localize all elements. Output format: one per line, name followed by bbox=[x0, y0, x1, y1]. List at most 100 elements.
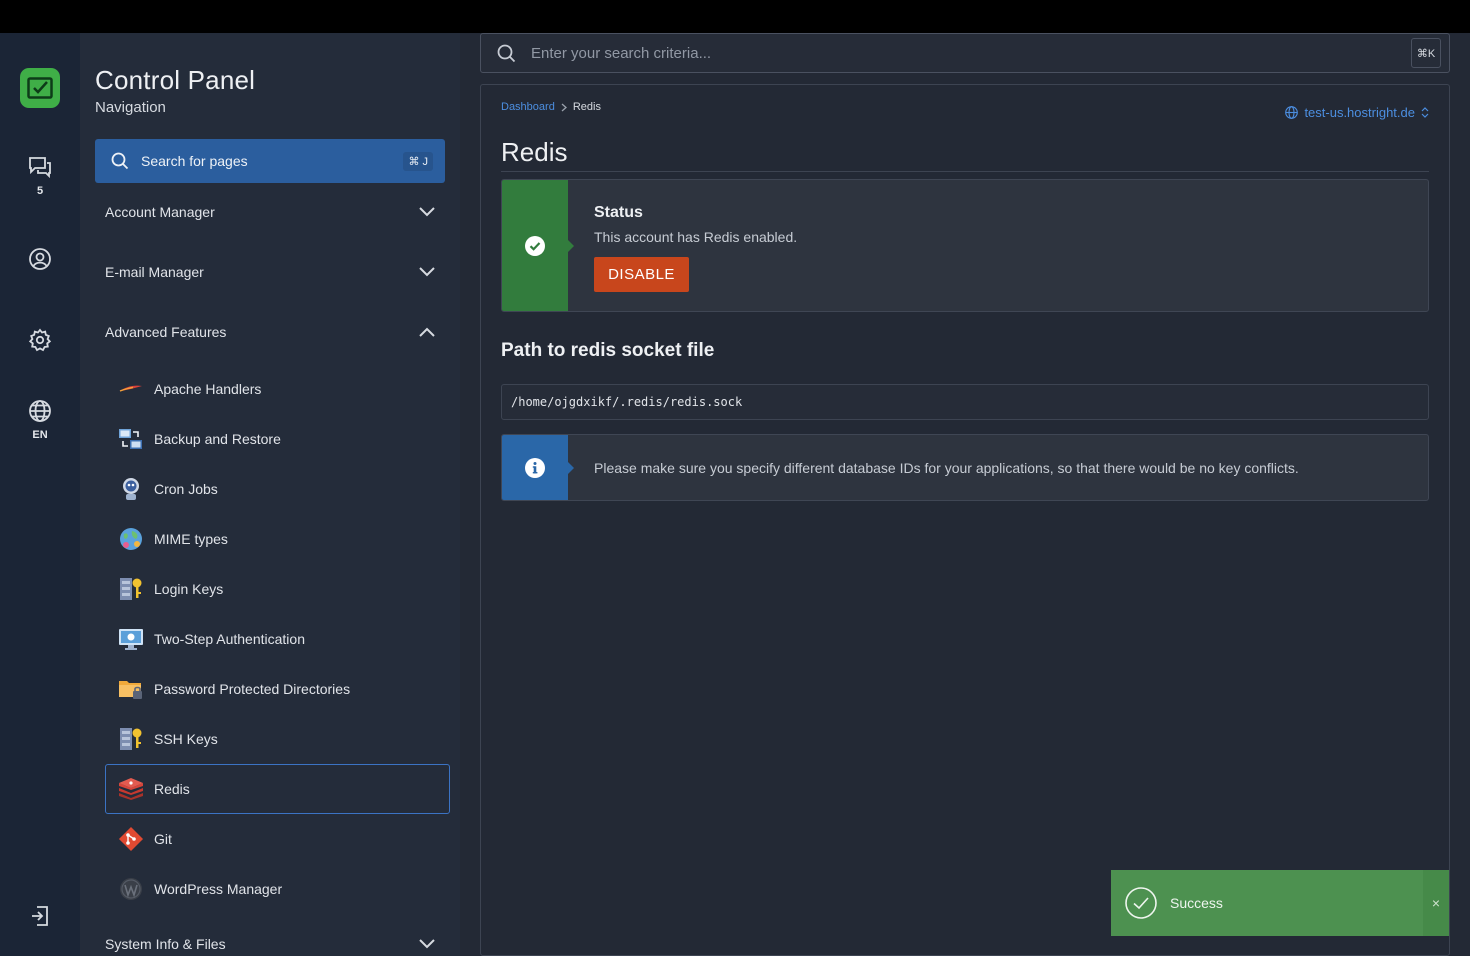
info-stripe bbox=[502, 435, 574, 500]
logout-icon bbox=[32, 906, 48, 926]
git-icon bbox=[118, 826, 144, 852]
domain-selector[interactable]: test-us.hostright.de bbox=[1285, 105, 1429, 120]
global-search-shortcut: ⌘K bbox=[1411, 38, 1441, 68]
two-step-monitor-icon bbox=[118, 626, 144, 652]
check-circle-icon bbox=[1125, 887, 1157, 919]
login-keys-icon bbox=[118, 576, 144, 602]
page-search-label: Search for pages bbox=[141, 153, 248, 169]
content-panel: Dashboard Redis test-us.hostright.de Red… bbox=[480, 84, 1450, 956]
search-icon bbox=[497, 44, 516, 62]
language-rail-button[interactable]: EN bbox=[0, 399, 80, 441]
user-circle-icon bbox=[29, 248, 51, 270]
nav-item-backup-and-restore[interactable]: Backup and Restore bbox=[105, 414, 450, 464]
nav-item-apache-handlers[interactable]: Apache Handlers bbox=[105, 364, 450, 414]
globe-icon bbox=[1285, 106, 1299, 119]
language-label: EN bbox=[32, 429, 48, 441]
chevron-down-icon bbox=[419, 267, 435, 277]
account-rail-button[interactable] bbox=[0, 247, 80, 271]
settings-rail-button[interactable] bbox=[0, 328, 80, 352]
check-circle-icon bbox=[525, 235, 545, 256]
advanced-features-list: Apache Handlers Backup and Restore Cron … bbox=[105, 364, 450, 914]
nav-item-login-keys[interactable]: Login Keys bbox=[105, 564, 450, 614]
nav-item-git[interactable]: Git bbox=[105, 814, 450, 864]
nav-item-label: Cron Jobs bbox=[154, 481, 218, 497]
info-icon bbox=[525, 457, 545, 478]
nav-subtitle: Navigation bbox=[95, 99, 166, 116]
top-bar bbox=[0, 0, 1470, 33]
nav-item-label: SSH Keys bbox=[154, 731, 218, 747]
folder-lock-icon bbox=[118, 676, 144, 702]
gear-icon bbox=[28, 328, 52, 352]
nav-item-label: WordPress Manager bbox=[154, 881, 283, 897]
breadcrumb: Dashboard Redis bbox=[501, 101, 601, 113]
nav-item-label: MIME types bbox=[154, 531, 228, 547]
sort-arrows-icon bbox=[1421, 107, 1429, 118]
wordpress-icon bbox=[118, 876, 144, 902]
chevron-up-icon bbox=[419, 327, 435, 337]
page-search-button[interactable]: Search for pages ⌘ J bbox=[95, 139, 445, 183]
section-label: Advanced Features bbox=[105, 324, 227, 340]
mime-globe-icon bbox=[118, 526, 144, 552]
nav-item-mime-types[interactable]: MIME types bbox=[105, 514, 450, 564]
nav-item-ssh-keys[interactable]: SSH Keys bbox=[105, 714, 450, 764]
main-content: Enter your search criteria... ⌘K Dashboa… bbox=[460, 33, 1470, 956]
status-stripe bbox=[502, 180, 574, 311]
chat-icon bbox=[29, 157, 51, 179]
section-label: E-mail Manager bbox=[105, 264, 204, 280]
ssh-keys-icon bbox=[118, 726, 144, 752]
global-search-input[interactable]: Enter your search criteria... bbox=[531, 45, 1411, 62]
success-toast: Success × bbox=[1111, 870, 1449, 936]
status-card: Status This account has Redis enabled. D… bbox=[501, 179, 1429, 312]
info-card: Please make sure you specify different d… bbox=[501, 434, 1429, 501]
info-text: Please make sure you specify different d… bbox=[594, 460, 1299, 476]
nav-item-wordpress-manager[interactable]: WordPress Manager bbox=[105, 864, 450, 914]
icon-rail: 5 EN bbox=[0, 33, 80, 956]
toast-close-button[interactable]: × bbox=[1423, 870, 1449, 936]
toast-message: Success bbox=[1170, 895, 1223, 911]
page-search-shortcut: ⌘ J bbox=[403, 151, 433, 171]
chevron-down-icon bbox=[419, 939, 435, 949]
socket-path-field[interactable]: /home/ojgdxikf/.redis/redis.sock bbox=[501, 384, 1429, 420]
disable-button[interactable]: DISABLE bbox=[594, 257, 689, 292]
breadcrumb-dashboard-link[interactable]: Dashboard bbox=[501, 101, 555, 113]
apache-feather-icon bbox=[118, 376, 144, 402]
chevron-right-icon bbox=[561, 103, 567, 111]
nav-item-password-protected-directories[interactable]: Password Protected Directories bbox=[105, 664, 450, 714]
nav-item-label: Two-Step Authentication bbox=[154, 631, 305, 647]
domain-name: test-us.hostright.de bbox=[1304, 105, 1415, 120]
redis-icon bbox=[118, 776, 144, 802]
page-title: Redis bbox=[501, 137, 568, 167]
globe-icon bbox=[29, 400, 51, 422]
nav-item-label: Password Protected Directories bbox=[154, 681, 351, 697]
nav-item-cron-jobs[interactable]: Cron Jobs bbox=[105, 464, 450, 514]
section-label: Account Manager bbox=[105, 204, 215, 220]
navigation-sidebar: Control Panel Navigation Search for page… bbox=[80, 33, 460, 956]
logo-mark-icon bbox=[27, 77, 53, 99]
nav-item-redis[interactable]: Redis bbox=[105, 764, 450, 814]
search-icon bbox=[111, 152, 129, 170]
socket-heading: Path to redis socket file bbox=[501, 340, 715, 361]
section-label: System Info & Files bbox=[105, 936, 226, 952]
section-account-manager[interactable]: Account Manager bbox=[95, 192, 445, 232]
app-logo[interactable] bbox=[20, 68, 60, 108]
backup-icon bbox=[118, 426, 144, 452]
nav-item-label: Apache Handlers bbox=[154, 381, 262, 397]
chevron-down-icon bbox=[419, 207, 435, 217]
section-system-info-files[interactable]: System Info & Files bbox=[95, 924, 445, 956]
cron-robot-icon bbox=[118, 476, 144, 502]
logout-rail-button[interactable] bbox=[0, 904, 80, 928]
chat-count-badge: 5 bbox=[36, 185, 44, 197]
title-divider bbox=[501, 171, 1429, 172]
nav-item-two-step-authentication[interactable]: Two-Step Authentication bbox=[105, 614, 450, 664]
status-heading: Status bbox=[594, 204, 643, 221]
nav-title: Control Panel bbox=[95, 65, 256, 95]
status-text: This account has Redis enabled. bbox=[594, 229, 798, 245]
global-search[interactable]: Enter your search criteria... ⌘K bbox=[480, 33, 1450, 73]
section-advanced-features[interactable]: Advanced Features bbox=[95, 312, 445, 352]
section-email-manager[interactable]: E-mail Manager bbox=[95, 252, 445, 292]
breadcrumb-current: Redis bbox=[572, 101, 601, 113]
nav-item-label: Redis bbox=[154, 781, 190, 797]
nav-item-label: Git bbox=[154, 831, 172, 847]
chat-rail-button[interactable]: 5 bbox=[0, 155, 80, 197]
nav-item-label: Backup and Restore bbox=[154, 431, 281, 447]
